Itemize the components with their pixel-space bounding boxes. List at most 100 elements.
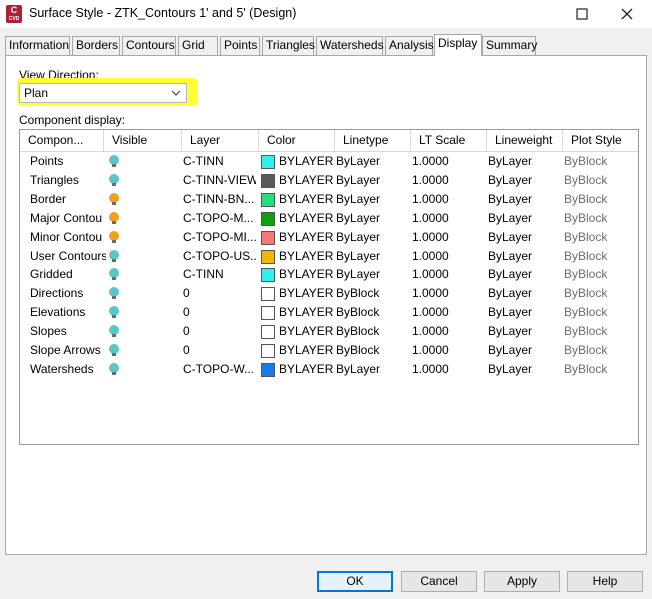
lt-scale-cell[interactable]: 1.0000 — [412, 360, 486, 379]
color-name-cell[interactable]: BYLAYER — [279, 303, 335, 322]
color-swatch[interactable] — [261, 362, 275, 377]
layer-cell[interactable]: C-TOPO-US... — [183, 247, 256, 266]
layer-cell[interactable]: 0 — [183, 341, 256, 360]
table-row[interactable]: Major Contou C-TOPO-M... BYLAYER ByLayer 1.0… — [20, 209, 638, 228]
lightbulb-icon[interactable] — [109, 287, 119, 300]
linetype-cell[interactable]: ByBlock — [336, 322, 410, 341]
layer-cell[interactable]: C-TOPO-MI... — [183, 228, 256, 247]
help-button[interactable]: Help — [567, 571, 643, 592]
lightbulb-icon[interactable] — [109, 155, 119, 168]
layer-cell[interactable]: C-TINN-BN... — [183, 190, 256, 209]
lightbulb-icon[interactable] — [109, 211, 119, 225]
color-swatch[interactable] — [261, 344, 275, 358]
layer-cell[interactable]: 0 — [183, 322, 256, 341]
lightbulb-icon[interactable] — [109, 362, 119, 376]
tab-triangles[interactable]: Triangles — [262, 36, 315, 55]
lineweight-cell[interactable]: ByLayer — [488, 228, 562, 247]
lineweight-cell[interactable]: ByLayer — [488, 152, 562, 171]
layer-cell[interactable]: C-TINN — [183, 152, 256, 171]
linetype-cell[interactable]: ByBlock — [336, 341, 410, 360]
linetype-cell[interactable]: ByBlock — [336, 284, 410, 303]
lt-scale-cell[interactable]: 1.0000 — [412, 247, 486, 266]
lt-scale-cell[interactable]: 1.0000 — [412, 303, 486, 322]
color-name-cell[interactable]: BYLAYER — [279, 284, 335, 303]
lineweight-cell[interactable]: ByLayer — [488, 284, 562, 303]
color-swatch[interactable] — [261, 306, 275, 321]
color-name-cell[interactable]: BYLAYER — [279, 247, 335, 266]
table-row[interactable]: User Contours C-TOPO-US... BYLAYER ByLayer 1… — [20, 247, 638, 266]
lt-scale-cell[interactable]: 1.0000 — [412, 284, 486, 303]
tab-analysis[interactable]: Analysis — [385, 36, 434, 55]
tab-points[interactable]: Points — [220, 36, 260, 55]
column-header-color[interactable]: Color — [259, 130, 335, 152]
table-row[interactable]: Border C-TINN-BN... BYLAYER ByLayer 1.0000 By… — [20, 190, 638, 209]
layer-cell[interactable]: C-TINN-VIEW — [183, 171, 256, 190]
maximize-button[interactable] — [562, 0, 602, 28]
table-row[interactable]: Gridded C-TINN BYLAYER ByLayer 1.0000 ByLayer… — [20, 265, 638, 284]
apply-button[interactable]: Apply — [484, 571, 560, 592]
table-row[interactable]: Slopes 0 BYLAYER ByBlock 1.0000 ByLayer ByBloc… — [20, 322, 638, 341]
lineweight-cell[interactable]: ByLayer — [488, 360, 562, 379]
column-header-lineweight[interactable]: Lineweight — [487, 130, 563, 152]
ok-button[interactable]: OK — [317, 571, 393, 592]
linetype-cell[interactable]: ByLayer — [336, 360, 410, 379]
linetype-cell[interactable]: ByLayer — [336, 190, 410, 209]
color-name-cell[interactable]: BYLAYER — [279, 228, 335, 247]
lineweight-cell[interactable]: ByLayer — [488, 322, 562, 341]
layer-cell[interactable]: 0 — [183, 284, 256, 303]
tab-information[interactable]: Information — [5, 36, 70, 55]
lineweight-cell[interactable]: ByLayer — [488, 247, 562, 266]
column-header-layer[interactable]: Layer — [182, 130, 259, 152]
linetype-cell[interactable]: ByLayer — [336, 228, 410, 247]
lt-scale-cell[interactable]: 1.0000 — [412, 265, 486, 284]
color-swatch[interactable] — [261, 230, 275, 245]
color-name-cell[interactable]: BYLAYER — [279, 190, 335, 209]
lineweight-cell[interactable]: ByLayer — [488, 171, 562, 190]
linetype-cell[interactable]: ByLayer — [336, 265, 410, 284]
lt-scale-cell[interactable]: 1.0000 — [412, 190, 486, 209]
linetype-cell[interactable]: ByLayer — [336, 152, 410, 171]
tab-watersheds[interactable]: Watersheds — [316, 36, 384, 55]
lineweight-cell[interactable]: ByLayer — [488, 341, 562, 360]
color-name-cell[interactable]: BYLAYER — [279, 265, 335, 284]
color-swatch[interactable] — [261, 155, 275, 169]
layer-cell[interactable]: 0 — [183, 303, 256, 322]
column-header-component[interactable]: Compon... — [20, 130, 104, 152]
lineweight-cell[interactable]: ByLayer — [488, 265, 562, 284]
linetype-cell[interactable]: ByBlock — [336, 303, 410, 322]
layer-cell[interactable]: C-TOPO-W... — [183, 360, 256, 379]
color-swatch[interactable] — [261, 192, 275, 207]
layer-cell[interactable]: C-TOPO-M... — [183, 209, 256, 228]
color-swatch[interactable] — [261, 325, 275, 340]
table-row[interactable]: Triangles C-TINN-VIEW BYLAYER ByLayer 1.0000… — [20, 171, 638, 190]
table-row[interactable]: Minor Contou C-TOPO-MI... BYLAYER ByLayer 1.… — [20, 228, 638, 247]
table-row[interactable]: Elevations 0 BYLAYER ByBlock 1.0000 ByLayer By… — [20, 303, 638, 322]
color-name-cell[interactable]: BYLAYER — [279, 322, 335, 341]
lightbulb-icon[interactable] — [109, 230, 119, 244]
lightbulb-icon[interactable] — [109, 173, 119, 187]
view-direction-select[interactable]: Plan — [19, 83, 187, 103]
lightbulb-icon[interactable] — [109, 344, 119, 357]
table-row[interactable]: Points C-TINN BYLAYER ByLayer 1.0000 ByLayer B… — [20, 152, 638, 171]
color-swatch[interactable] — [261, 211, 275, 226]
lt-scale-cell[interactable]: 1.0000 — [412, 228, 486, 247]
column-header-lt-scale[interactable]: LT Scale — [411, 130, 487, 152]
linetype-cell[interactable]: ByLayer — [336, 171, 410, 190]
lt-scale-cell[interactable]: 1.0000 — [412, 152, 486, 171]
table-row[interactable]: Directions 0 BYLAYER ByBlock 1.0000 ByLayer By… — [20, 284, 638, 303]
lightbulb-icon[interactable] — [109, 325, 119, 338]
linetype-cell[interactable]: ByLayer — [336, 247, 410, 266]
column-header-visible[interactable]: Visible — [104, 130, 182, 152]
color-name-cell[interactable]: BYLAYER — [279, 171, 335, 190]
table-row[interactable]: Slope Arrows 0 BYLAYER ByBlock 1.0000 ByLayer… — [20, 341, 638, 360]
lineweight-cell[interactable]: ByLayer — [488, 209, 562, 228]
lineweight-cell[interactable]: ByLayer — [488, 303, 562, 322]
color-swatch[interactable] — [261, 287, 275, 302]
column-header-linetype[interactable]: Linetype — [335, 130, 411, 152]
tab-contours[interactable]: Contours — [122, 36, 176, 55]
close-button[interactable] — [607, 0, 647, 28]
layer-cell[interactable]: C-TINN — [183, 265, 256, 284]
tab-borders[interactable]: Borders — [72, 36, 120, 55]
tab-grid[interactable]: Grid — [178, 36, 218, 55]
lightbulb-icon[interactable] — [109, 249, 119, 263]
